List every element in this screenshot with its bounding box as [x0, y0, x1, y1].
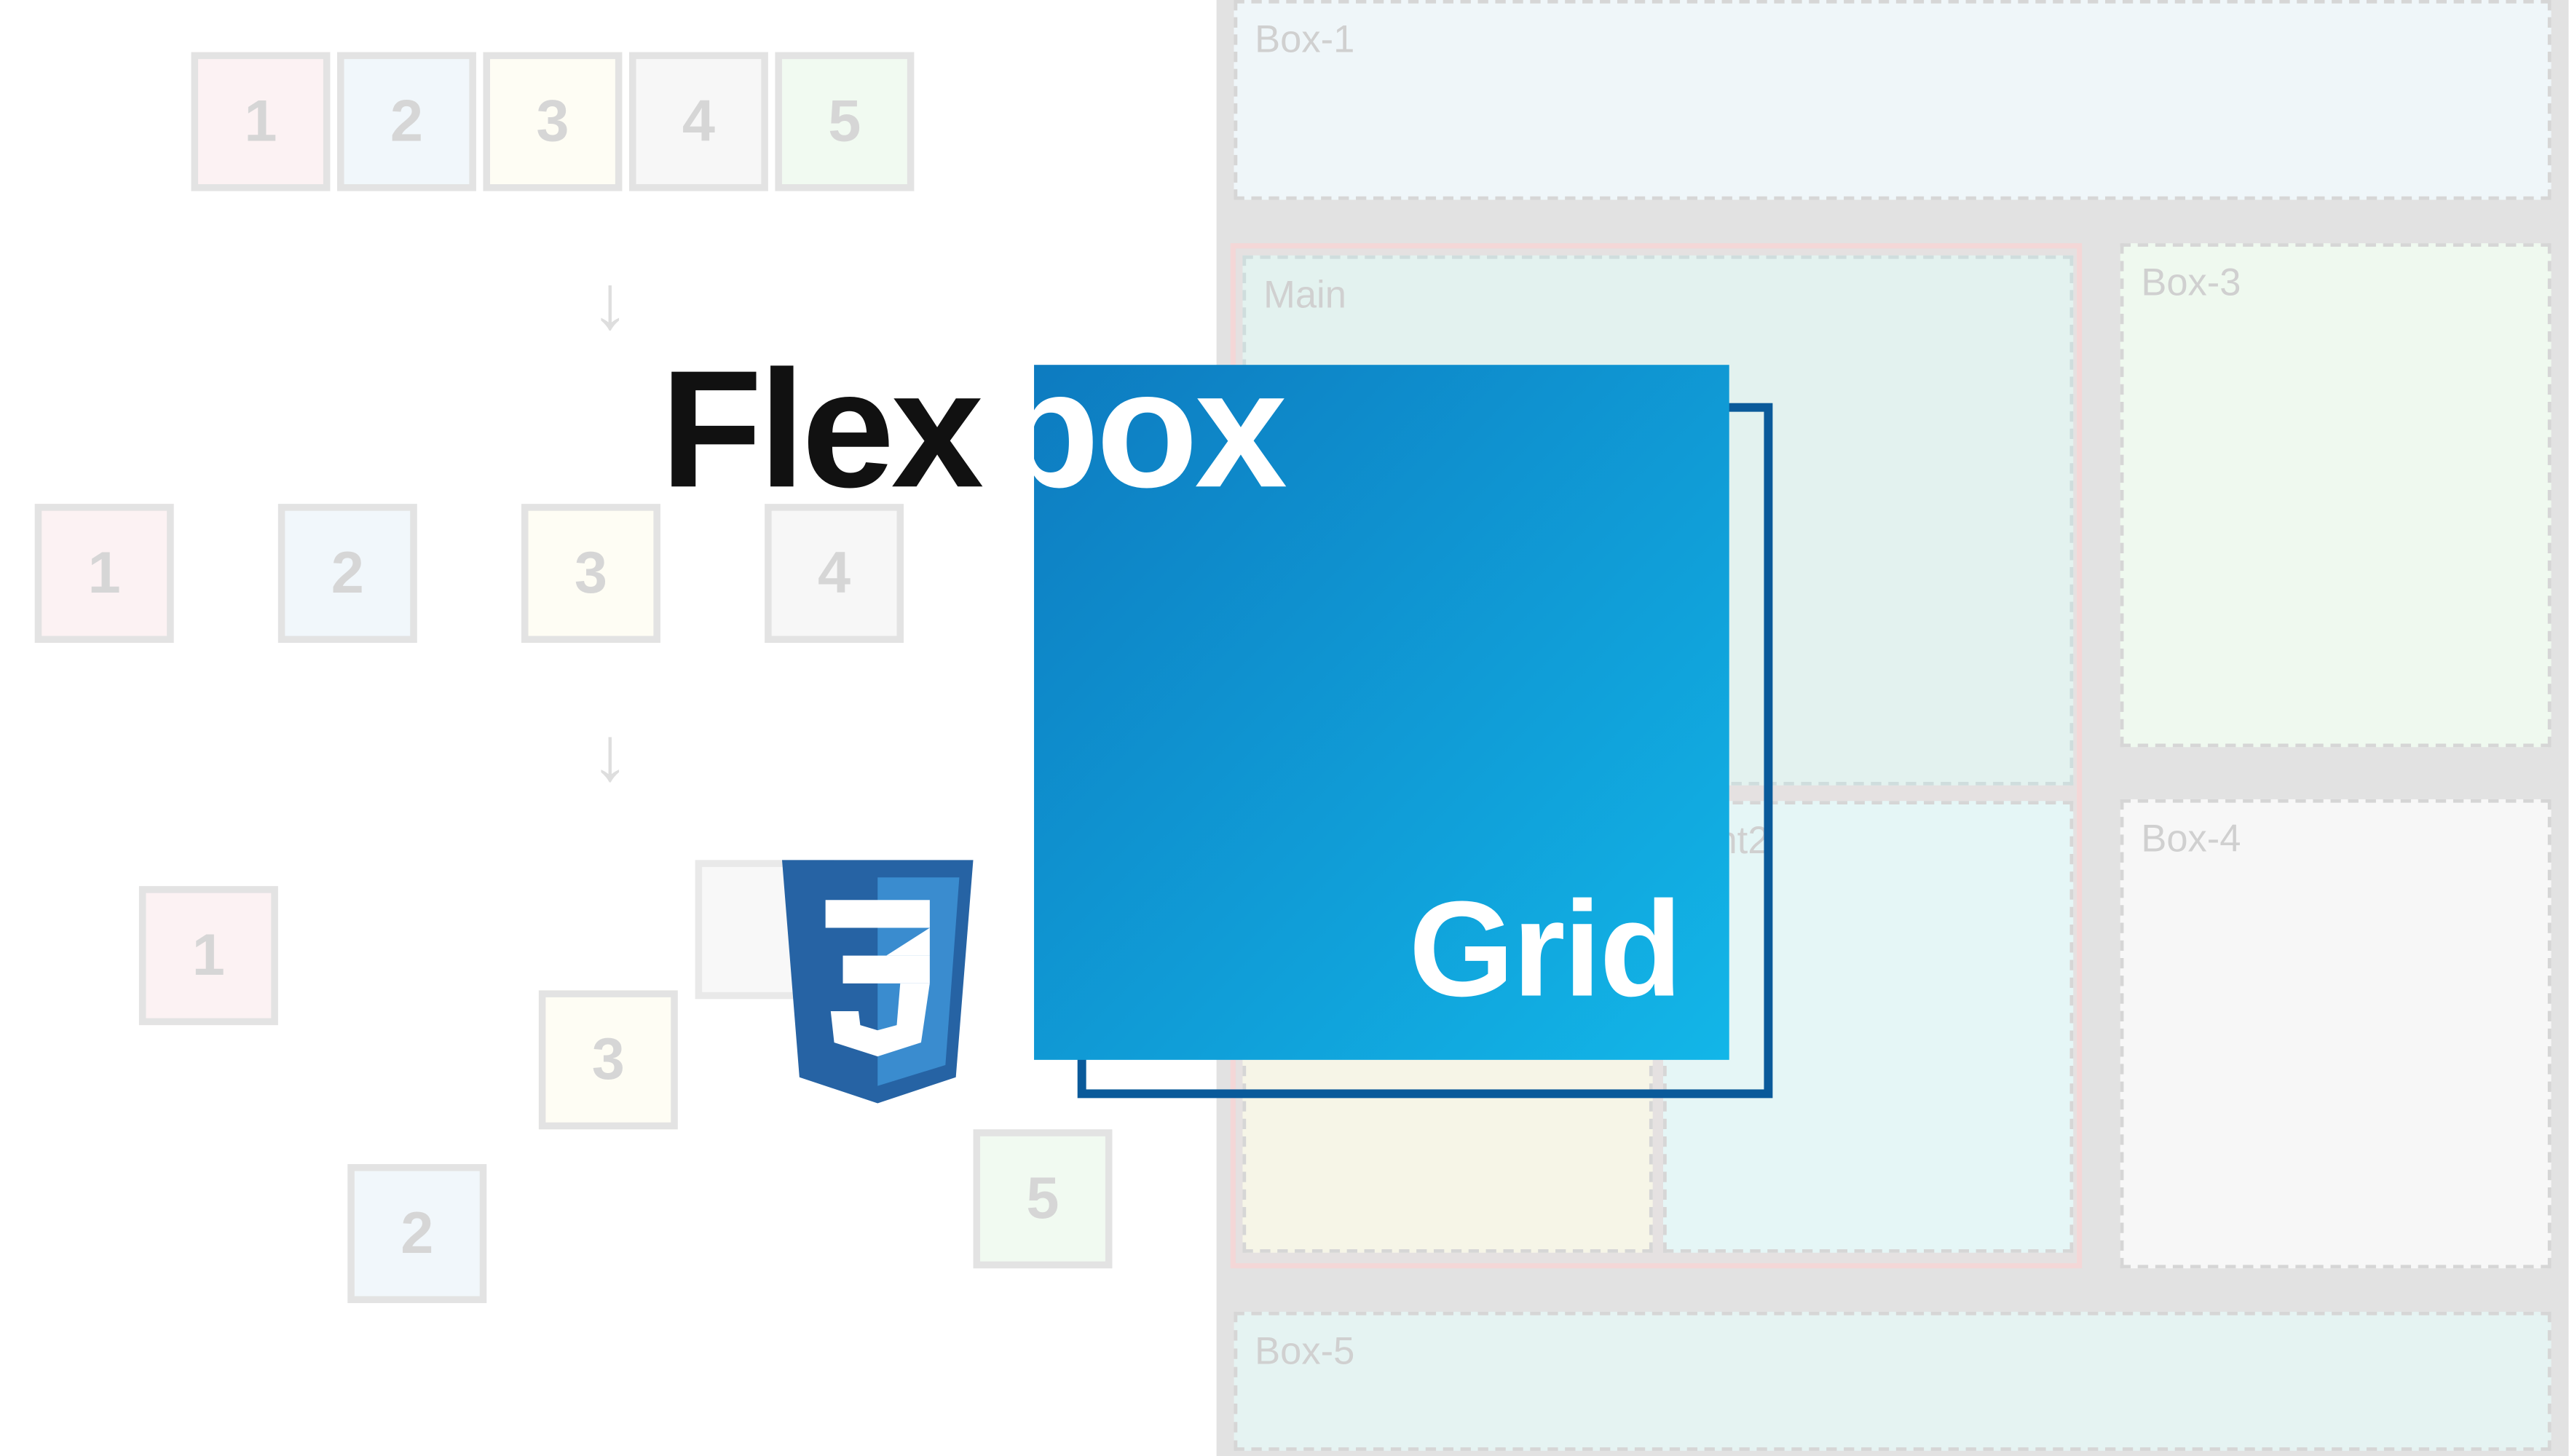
flex-item: 3: [483, 52, 622, 191]
flex-item-label: 1: [192, 922, 225, 989]
flex-item: 4: [765, 504, 904, 643]
grid-cell-box1: Box-1: [1234, 0, 2552, 199]
flex-item-label: 5: [1026, 1165, 1059, 1233]
flex-row-1: 1 2 3 4 5: [192, 52, 921, 191]
flex-item: 2: [278, 504, 417, 643]
flex-item-label: 2: [331, 539, 364, 607]
diagram-stage: 1 2 3 4 5 ↓ 1 2 3 4 ↓ 1 3 2 5 Box-1 Main…: [0, 0, 2568, 1456]
grid-cell-box3: Box-3: [2120, 243, 2552, 747]
hero-card: Grid Flex box: [660, 347, 1284, 514]
arrow-down-icon: ↓: [591, 261, 629, 347]
flex-item: 5: [775, 52, 914, 191]
flex-item-label: 1: [244, 88, 277, 156]
grid-cell-label: Main: [1263, 273, 1346, 317]
grid-cell-label: Box-5: [1255, 1329, 1354, 1373]
grid-cell-label: Box-1: [1255, 17, 1354, 61]
flex-item: 2: [337, 52, 476, 191]
flex-item: 3: [539, 990, 678, 1129]
flex-item-label: 2: [400, 1200, 433, 1267]
grid-word: Grid: [1409, 871, 1681, 1029]
grid-cell-label: Box-4: [2141, 817, 2241, 860]
grid-cell-box5: Box-5: [1234, 1312, 2552, 1451]
flex-item-label: 3: [575, 539, 607, 607]
flex-item-label: 5: [828, 88, 861, 156]
flex-item-label: 4: [818, 539, 851, 607]
flex-item-label: 4: [682, 88, 715, 156]
flex-item-label: 1: [88, 539, 121, 607]
flex-item: 5: [974, 1129, 1113, 1268]
grid-cell-label: Box-3: [2141, 261, 2241, 304]
flex-item-label: 3: [592, 1026, 625, 1093]
arrow-down-icon: ↓: [591, 713, 629, 799]
flex-item-label: 3: [536, 88, 569, 156]
title-flex-part: Flex: [660, 347, 980, 514]
flex-item: 1: [35, 504, 174, 643]
title-box-part: box: [998, 347, 1284, 514]
flexbox-title: Flex box: [660, 347, 1284, 514]
flex-item: 2: [347, 1164, 486, 1303]
flex-row-2: 1 2 3 4: [35, 504, 911, 643]
css3-shield-icon: [765, 851, 990, 1120]
flex-item: 4: [629, 52, 768, 191]
flex-item: 1: [139, 886, 278, 1025]
grid-cell-box4: Box-4: [2120, 799, 2552, 1268]
flex-item: 1: [192, 52, 331, 191]
flex-item: 3: [521, 504, 660, 643]
flex-item-label: 2: [390, 88, 423, 156]
